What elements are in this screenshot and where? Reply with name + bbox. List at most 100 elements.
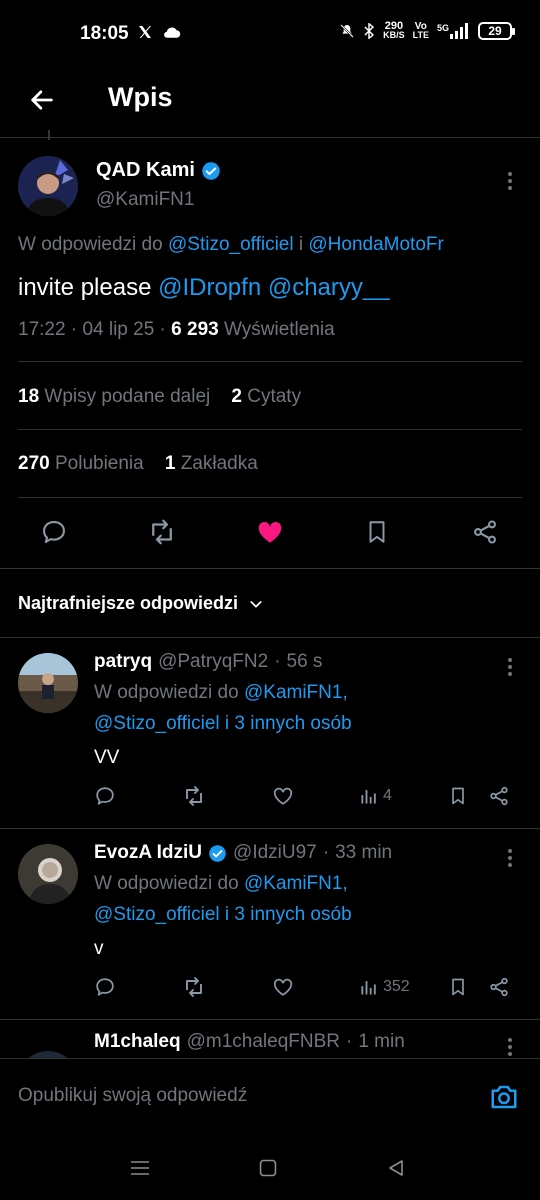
more-vertical-icon	[508, 849, 512, 867]
like-button[interactable]	[272, 783, 294, 809]
reply-button[interactable]	[94, 974, 116, 1000]
views-stat[interactable]: 352	[359, 974, 410, 1000]
reply-item[interactable]: EvozA IdziU @IdziU97 · 33 min W odpowied…	[0, 828, 540, 1019]
reply-age: 1 min	[358, 1031, 405, 1052]
thread-line	[48, 130, 50, 140]
page-title: Wpis	[108, 82, 173, 112]
reply-input[interactable]: Opublikuj swoją odpowiedź	[18, 1085, 247, 1107]
reply-age: 33 min	[335, 842, 393, 863]
reply-context-line2: @Stizo_officiel i 3 innych osób	[94, 713, 352, 734]
home-button[interactable]	[256, 1156, 280, 1180]
reply-action-bar: 4	[94, 783, 524, 813]
reply-text: VV	[94, 747, 120, 768]
retweet-icon	[186, 786, 202, 806]
more-vertical-icon	[508, 172, 512, 190]
reply-button[interactable]	[94, 783, 116, 809]
camera-icon	[491, 1085, 517, 1109]
sort-replies-dropdown[interactable]: Najtrafniejsze odpowiedzi	[18, 593, 264, 614]
comment-icon	[43, 521, 65, 543]
reply-compose-bar: Opublikuj swoją odpowiedź	[0, 1058, 540, 1138]
reply-author-handle[interactable]: @PatryqFN2	[158, 651, 268, 673]
retweets-stat[interactable]: 18 Wpisy podane dalej	[18, 386, 210, 407]
net-speed: 290 KB/S	[383, 20, 405, 40]
views-stat[interactable]: 4	[359, 783, 392, 809]
reply-item[interactable]: patryq @PatryqFN2 · 56 s W odpowiedzi do…	[0, 637, 540, 828]
system-back-button[interactable]	[384, 1156, 408, 1180]
tweet-meta: 17:22 · 04 lip 25 · 6 293 Wyświetlenia	[18, 319, 335, 340]
retweet-icon	[186, 977, 202, 997]
more-options-button[interactable]	[498, 169, 522, 193]
analytics-icon	[361, 981, 376, 995]
recent-apps-button[interactable]	[128, 1156, 152, 1180]
tweet-action-bar	[0, 501, 540, 561]
signal-5g-icon: 5G	[437, 23, 470, 39]
quotes-stat[interactable]: 2 Cytaty	[231, 386, 301, 407]
mention-link[interactable]: @Stizo_officiel	[94, 904, 220, 925]
mention-link[interactable]: @charyy__	[268, 274, 390, 301]
mute-icon	[339, 23, 355, 39]
reply-author-handle[interactable]: @m1chaleqFNBR	[187, 1031, 340, 1053]
verified-badge-icon	[201, 161, 221, 181]
mention-link[interactable]: @IDropfn	[158, 274, 261, 301]
heart-icon	[273, 978, 293, 996]
camera-button[interactable]	[488, 1081, 520, 1113]
system-nav-bar	[0, 1138, 540, 1200]
likes-stat[interactable]: 270 Polubienia	[18, 453, 144, 474]
square-icon	[259, 1159, 277, 1177]
arrow-left-icon	[31, 90, 53, 110]
share-icon	[490, 786, 508, 806]
status-bar: 18:05 290 KB/S Vo LTE 5G 29	[0, 0, 540, 68]
reply-button[interactable]	[39, 517, 69, 547]
reply-item[interactable]: M1chaleq @m1chaleqFNBR · 1 min	[0, 1019, 540, 1059]
retweet-button[interactable]	[147, 517, 177, 547]
bookmark-button[interactable]	[448, 974, 468, 1000]
mention-link[interactable]: @HondaMotoFr	[308, 234, 443, 255]
verified-badge-icon	[208, 844, 227, 863]
chevron-down-icon	[250, 600, 262, 608]
reply-author-name[interactable]: EvozA IdziU	[94, 842, 202, 864]
divider	[18, 361, 522, 362]
bookmark-button[interactable]	[448, 783, 468, 809]
battery-indicator: 29	[478, 22, 515, 40]
reply-context: W odpowiedzi do @Stizo_officiel i @Honda…	[18, 234, 444, 255]
author-name[interactable]: QAD Kami	[96, 159, 221, 182]
share-stats: 18 Wpisy podane dalej 2 Cytaty	[18, 386, 301, 408]
comment-icon	[96, 787, 114, 805]
cloud-icon	[163, 26, 181, 39]
mention-link[interactable]: @Stizo_officiel	[168, 234, 294, 255]
more-vertical-icon	[508, 658, 512, 676]
retweet-button[interactable]	[182, 974, 206, 1000]
like-button[interactable]	[255, 517, 285, 547]
like-button[interactable]	[272, 974, 294, 1000]
mention-link[interactable]: @KamiFN1,	[244, 682, 348, 703]
divider	[18, 429, 522, 430]
reply-avatar[interactable]	[18, 844, 78, 904]
share-icon	[490, 977, 508, 997]
bookmarks-stat[interactable]: 1 Zakładka	[165, 453, 258, 474]
more-options-button[interactable]	[498, 846, 522, 870]
mention-link[interactable]: @Stizo_officiel	[94, 713, 220, 734]
bookmark-button[interactable]	[362, 517, 392, 547]
status-time: 18:05	[80, 23, 129, 44]
back-button[interactable]	[22, 80, 62, 120]
retweet-button[interactable]	[182, 783, 206, 809]
reply-author-handle[interactable]: @IdziU97	[233, 842, 317, 864]
share-button[interactable]	[488, 974, 510, 1000]
author-avatar[interactable]	[18, 156, 78, 216]
bookmark-icon	[452, 978, 464, 996]
more-options-button[interactable]	[498, 655, 522, 679]
tweet-time[interactable]: 17:22	[18, 319, 66, 340]
author-handle[interactable]: @KamiFN1	[96, 189, 194, 211]
app-header: Wpis	[0, 68, 540, 138]
reply-author-name[interactable]: M1chaleq	[94, 1031, 181, 1053]
mention-link[interactable]: @KamiFN1,	[244, 873, 348, 894]
more-options-button[interactable]	[498, 1035, 522, 1059]
triangle-back-icon	[389, 1160, 403, 1176]
share-button[interactable]	[488, 783, 510, 809]
views-count: 6 293	[171, 319, 219, 340]
tweet-date[interactable]: 04 lip 25	[82, 319, 154, 340]
bookmark-icon	[369, 521, 385, 543]
reply-avatar[interactable]	[18, 653, 78, 713]
reply-author-name[interactable]: patryq	[94, 651, 152, 673]
share-button[interactable]	[470, 517, 500, 547]
